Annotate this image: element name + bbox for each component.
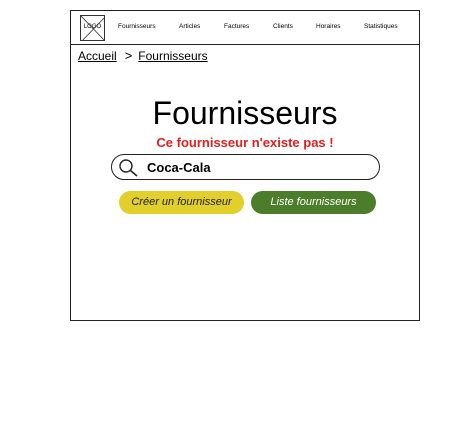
nav-item-articles[interactable]: Articles — [179, 23, 200, 30]
nav-item-fournisseurs[interactable]: Fournisseurs — [118, 23, 156, 30]
nav-item-horaires[interactable]: Horaires — [316, 23, 341, 30]
app-frame: LOGO Fournisseurs Articles Factures Clie… — [70, 10, 420, 321]
nav-item-factures[interactable]: Factures — [224, 23, 249, 30]
breadcrumb: Accueil > Fournisseurs — [78, 48, 208, 63]
logo[interactable]: LOGO — [80, 15, 105, 41]
error-message: Ce fournisseur n'existe pas ! — [156, 135, 334, 150]
supplier-search-field[interactable]: Coca-Cala — [111, 154, 380, 180]
create-supplier-button[interactable]: Créer un fournisseur — [119, 191, 244, 214]
page-title: Fournisseurs — [152, 95, 338, 131]
supplier-list-button[interactable]: Liste fournisseurs — [251, 191, 376, 214]
nav-item-statistiques[interactable]: Statistiques — [364, 23, 398, 30]
breadcrumb-separator: > — [124, 48, 133, 63]
breadcrumb-current-link[interactable]: Fournisseurs — [138, 49, 207, 63]
logo-label: LOGO — [83, 24, 102, 30]
breadcrumb-home-link[interactable]: Accueil — [78, 49, 117, 63]
nav-item-clients[interactable]: Clients — [273, 23, 293, 30]
search-input-value[interactable]: Coca-Cala — [147, 160, 211, 175]
search-icon — [119, 159, 138, 177]
top-navbar: LOGO Fournisseurs Articles Factures Clie… — [71, 11, 419, 45]
